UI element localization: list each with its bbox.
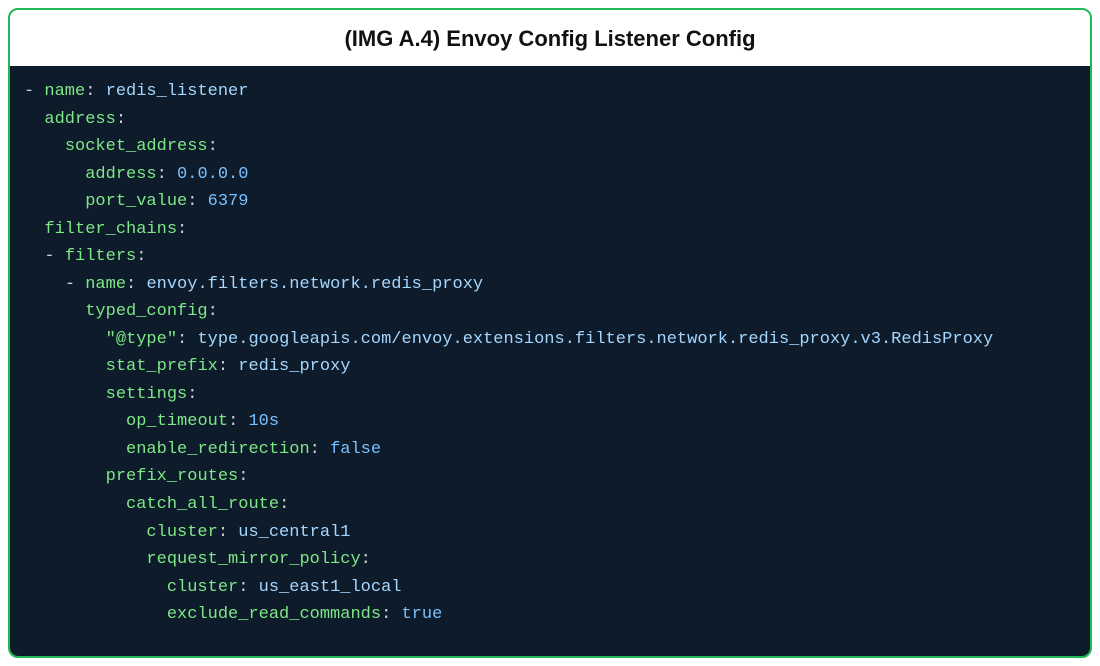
- yaml-code-block: - name: redis_listener address: socket_a…: [10, 66, 1090, 656]
- card-title: (IMG A.4) Envoy Config Listener Config: [10, 10, 1090, 66]
- config-card: (IMG A.4) Envoy Config Listener Config -…: [8, 8, 1092, 658]
